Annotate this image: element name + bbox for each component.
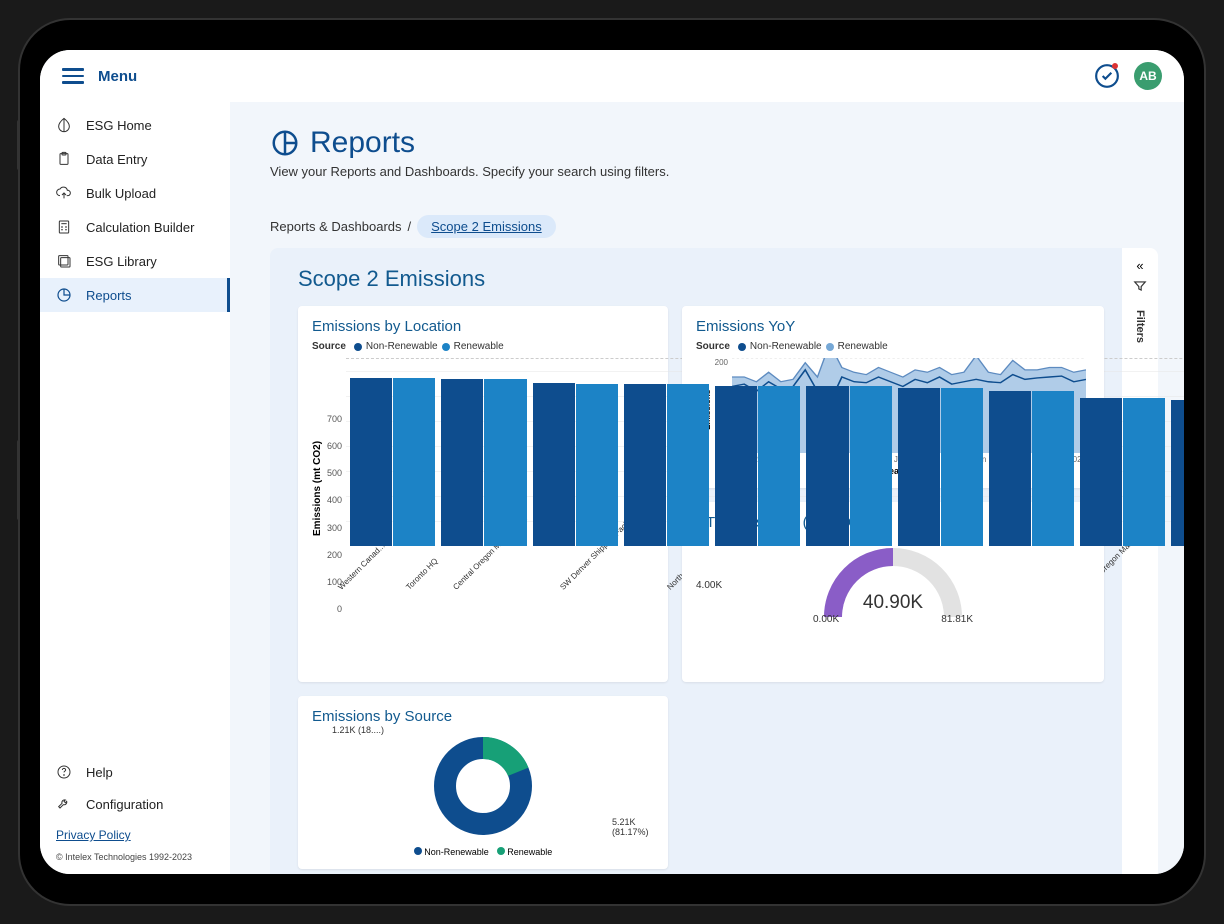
card-title: Emissions by Source [312, 708, 654, 725]
sidebar-item-esg-library[interactable]: ESG Library [40, 244, 230, 278]
emissions-by-source-card: Emissions by Source 1.21K (18....) 5.21K… [298, 696, 668, 869]
app-header: Menu AB [40, 50, 1184, 102]
breadcrumb-separator: / [408, 219, 412, 234]
gauge-min: 0.00K [813, 614, 839, 625]
filters-label: Filters [1134, 310, 1146, 343]
donut-chart[interactable]: 1.21K (18....) 5.21K (81.17%) [312, 731, 654, 841]
bar-legend: Source Non-Renewable Renewable [312, 341, 654, 352]
sidebar-item-bulk-upload[interactable]: Bulk Upload [40, 176, 230, 210]
cloud-upload-icon [56, 185, 72, 201]
gauge-chart[interactable]: 40.90K 0.00K 81.81K [696, 537, 1090, 625]
calculator-icon [56, 219, 72, 235]
leaf-icon [56, 117, 72, 133]
sidebar-item-reports[interactable]: Reports [40, 278, 230, 312]
sidebar-item-data-entry[interactable]: Data Entry [40, 142, 230, 176]
sidebar-item-label: ESG Home [86, 118, 152, 133]
sidebar-item-label: Data Entry [86, 152, 147, 167]
donut-label-renewable: 1.21K (18....) [332, 725, 384, 735]
breadcrumb-current[interactable]: Scope 2 Emissions [417, 215, 556, 238]
card-title: Emissions by Location [312, 318, 654, 335]
avatar[interactable]: AB [1134, 62, 1162, 90]
sidebar-item-label: Configuration [86, 797, 163, 812]
dashboard-panel: Scope 2 Emissions Emissions by Location … [270, 248, 1122, 874]
library-icon [56, 253, 72, 269]
menu-button[interactable]: Menu [62, 68, 137, 85]
sidebar: ESG Home Data Entry Bulk Upload Calculat… [40, 102, 230, 874]
content: Reports View your Reports and Dashboards… [230, 102, 1184, 874]
wrench-icon [56, 796, 72, 812]
y-axis-label: Emissions (mt CO2) [312, 358, 323, 618]
pie-icon [56, 287, 72, 303]
sidebar-item-configuration[interactable]: Configuration [40, 788, 230, 820]
card-title: Emissions YoY [696, 318, 1090, 335]
sidebar-item-label: Bulk Upload [86, 186, 156, 201]
gauge-progress-label: 4.00K [696, 580, 722, 591]
donut-label-nonrenewable: 5.21K (81.17%) [612, 817, 662, 837]
sidebar-item-label: ESG Library [86, 254, 157, 269]
filter-icon [1133, 279, 1147, 298]
sidebar-item-label: Help [86, 765, 113, 780]
collapse-icon: « [1136, 258, 1143, 273]
sidebar-item-help[interactable]: Help [40, 756, 230, 788]
sidebar-item-label: Reports [86, 288, 132, 303]
menu-label: Menu [98, 68, 137, 85]
donut-legend: Non-Renewable Renewable [312, 847, 654, 857]
privacy-policy-link[interactable]: Privacy Policy [56, 828, 131, 842]
yoy-legend: Source Non-Renewable Renewable [696, 341, 1090, 352]
breadcrumb-root[interactable]: Reports & Dashboards [270, 219, 402, 234]
emissions-by-location-card: Emissions by Location Source Non-Renewab… [298, 306, 668, 682]
sidebar-item-label: Calculation Builder [86, 220, 194, 235]
dashboard-title: Scope 2 Emissions [298, 266, 1104, 292]
hamburger-icon [62, 68, 84, 84]
copyright: © Intelex Technologies 1992-2023 [40, 850, 230, 864]
page-title: Reports [310, 126, 415, 160]
reports-page-icon [270, 128, 300, 158]
gauge-max: 81.81K [941, 614, 973, 625]
help-icon [56, 764, 72, 780]
sidebar-item-esg-home[interactable]: ESG Home [40, 108, 230, 142]
status-check-icon[interactable] [1094, 63, 1120, 89]
bar-chart[interactable]: Emissions (mt CO2) 700600500400300200100… [312, 358, 654, 618]
clipboard-icon [56, 151, 72, 167]
gauge-value: 40.90K [863, 592, 923, 614]
sidebar-item-calculation-builder[interactable]: Calculation Builder [40, 210, 230, 244]
page-subtitle: View your Reports and Dashboards. Specif… [270, 164, 1158, 179]
breadcrumb: Reports & Dashboards / Scope 2 Emissions [270, 215, 1158, 238]
